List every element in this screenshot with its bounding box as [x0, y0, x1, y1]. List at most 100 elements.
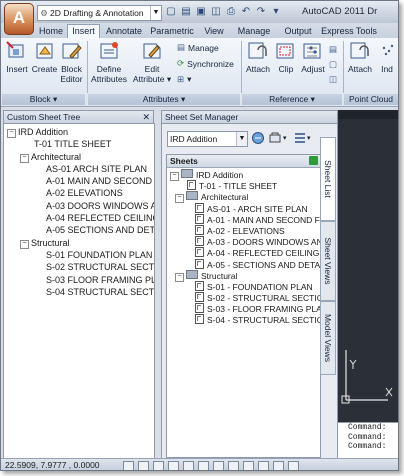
tree-node[interactable]: S-03 FLOOR FRAMING PLAN A: [4, 274, 154, 286]
grid-display-icon[interactable]: [138, 461, 149, 470]
tree-node[interactable]: AS-01 ARCH SITE PLAN: [4, 163, 154, 175]
clip-button[interactable]: Clip: [274, 40, 298, 74]
new-icon[interactable]: ▢: [165, 5, 177, 18]
undo-icon[interactable]: ↶: [240, 5, 252, 18]
tab-parametric[interactable]: Parametric: [148, 25, 196, 38]
save-as-icon[interactable]: ◫: [210, 5, 222, 18]
lineweight-icon[interactable]: [243, 461, 254, 470]
workspace-dropdown[interactable]: ⚙ 2D Drafting & Annotation ▼: [37, 5, 162, 21]
object-snap-tracking-icon[interactable]: [198, 461, 209, 470]
quick-properties-icon[interactable]: [258, 461, 269, 470]
attributes-panel-title[interactable]: Attributes ▾: [88, 94, 240, 105]
polar-tracking-icon[interactable]: [168, 461, 179, 470]
custom-tree-list: − IRD Addition T-01 TITLE SHEET − Architec…: [4, 126, 154, 298]
tree-node-architectural[interactable]: − Architectural: [4, 151, 154, 163]
tab-home[interactable]: Home: [37, 25, 65, 38]
refresh-icon[interactable]: [309, 156, 318, 165]
reference-panel-title[interactable]: Reference ▾: [242, 94, 342, 105]
tree-node[interactable]: A-02 ELEVATIONS: [4, 187, 154, 199]
underlay-layers-icon[interactable]: ▤: [329, 44, 337, 55]
snap-icon[interactable]: ◫: [329, 74, 337, 85]
ortho-mode-icon[interactable]: [153, 461, 164, 470]
redo-icon[interactable]: ↷: [255, 5, 267, 18]
frames-icon[interactable]: ▢: [329, 59, 337, 70]
close-icon[interactable]: ✕: [142, 111, 150, 123]
dynamic-ucs-icon[interactable]: [213, 461, 224, 470]
tree-node[interactable]: S-02 STRUCTURAL SECTIONS A: [4, 261, 154, 273]
qat-menu-icon[interactable]: ▾: [270, 5, 282, 18]
collapse-icon[interactable]: −: [170, 172, 179, 181]
sheet-node[interactable]: S-04 - STRUCTURAL SECTION: [167, 314, 320, 325]
tab-annotate[interactable]: Annotate: [104, 25, 144, 38]
sheet-node-root[interactable]: − IRD Addition: [167, 169, 320, 181]
point-cloud-panel-title[interactable]: Point Cloud: [344, 94, 398, 105]
collapse-icon[interactable]: −: [175, 272, 184, 282]
tab-sheet-list[interactable]: Sheet List: [320, 137, 336, 221]
tab-insert[interactable]: Insert: [67, 24, 100, 39]
sheet-node[interactable]: T-01 - TITLE SHEET: [167, 180, 320, 191]
snap-mode-icon[interactable]: [123, 461, 134, 470]
sheet-node-structural[interactable]: − Structural: [167, 269, 320, 282]
sheet-node[interactable]: A-02 - ELEVATIONS: [167, 224, 320, 236]
tree-node[interactable]: A-04 REFLECTED CEILING PLAN: [4, 212, 154, 224]
tree-node[interactable]: A-01 MAIN AND SECOND FLOO: [4, 175, 154, 187]
attach-reference-button[interactable]: Attach: [243, 40, 273, 74]
tree-node-root[interactable]: − IRD Addition: [4, 126, 154, 138]
sheet-node[interactable]: A-05 - SECTIONS AND DETAI: [167, 258, 320, 270]
point-cloud-index-button[interactable]: Ind: [377, 40, 397, 74]
publish-icon[interactable]: [268, 131, 282, 145]
sheet-set-details-icon[interactable]: [251, 131, 265, 145]
collapse-icon[interactable]: −: [20, 239, 29, 249]
block-editor-button[interactable]: Block Editor: [59, 40, 84, 84]
chevron-down-icon[interactable]: ▾: [283, 134, 287, 142]
sheet-set-dropdown[interactable]: IRD Addition ▼: [167, 131, 248, 147]
define-attributes-button[interactable]: Define Attributes: [89, 40, 129, 84]
manage-attributes-button[interactable]: ▤ Manage: [177, 42, 219, 53]
tree-node-structural[interactable]: − Structural: [4, 237, 154, 249]
edit-attribute-button[interactable]: Edit Attribute ▾: [132, 40, 172, 84]
tree-node[interactable]: T-01 TITLE SHEET: [4, 138, 154, 150]
attribute-display-button[interactable]: ⊞ ▾: [177, 74, 191, 85]
save-icon[interactable]: ▣: [195, 5, 207, 18]
application-menu-button[interactable]: A: [4, 3, 34, 35]
sheet-node-architectural[interactable]: − Architectural: [167, 191, 320, 204]
adjust-button[interactable]: Adjust: [299, 40, 327, 74]
coordinate-readout[interactable]: 22.5909, 7.9777 , 0.0000: [5, 459, 100, 470]
sheet-node[interactable]: AS-01 - ARCH SITE PLAN: [167, 202, 320, 214]
block-panel-title[interactable]: Block ▾: [2, 94, 85, 105]
collapse-icon[interactable]: −: [175, 194, 184, 204]
tab-output[interactable]: Output: [281, 25, 315, 38]
layout-icon[interactable]: [288, 461, 299, 470]
chevron-down-icon[interactable]: ▾: [307, 134, 311, 142]
plot-icon[interactable]: ⎙: [225, 5, 237, 18]
sheet-node[interactable]: A-01 - MAIN AND SECOND FL: [167, 213, 320, 225]
synchronize-button[interactable]: ⟳ Synchronize: [177, 58, 234, 69]
insert-button[interactable]: Insert: [4, 40, 30, 74]
collapse-icon[interactable]: −: [20, 153, 29, 163]
open-icon[interactable]: ▤: [180, 5, 192, 18]
manage-attributes-icon: ▤: [177, 42, 186, 52]
tree-node[interactable]: A-05 SECTIONS AND DETAILS: [4, 224, 154, 236]
tree-node[interactable]: S-04 STRUCTURAL SECTIONS: [4, 286, 154, 298]
tab-sheet-views[interactable]: Sheet Views: [320, 221, 336, 301]
create-block-button[interactable]: Create: [31, 40, 58, 74]
tab-manage[interactable]: Manage: [235, 25, 273, 38]
sheet-node[interactable]: S-01 - FOUNDATION PLAN: [167, 280, 320, 292]
model-space-icon[interactable]: [273, 461, 284, 470]
sheet-node[interactable]: S-03 - FLOOR FRAMING PLA: [167, 303, 320, 314]
point-cloud-attach-button[interactable]: Attach: [345, 40, 375, 74]
tab-model-views[interactable]: Model Views: [320, 301, 336, 375]
object-snap-icon[interactable]: [183, 461, 194, 470]
view-options-icon[interactable]: [293, 131, 307, 145]
tab-view[interactable]: View: [202, 25, 226, 38]
sheet-node[interactable]: S-02 - STRUCTURAL SECTION: [167, 292, 320, 303]
tab-express-tools[interactable]: Express Tools: [321, 25, 377, 38]
tree-node[interactable]: A-03 DOORS WINDOWS AND F: [4, 200, 154, 212]
sheet-node[interactable]: A-04 - REFLECTED CEILING P: [167, 247, 320, 258]
command-line[interactable]: Command: Command: Command:: [338, 422, 398, 460]
tree-node[interactable]: S-01 FOUNDATION PLAN: [4, 249, 154, 261]
sheet-node[interactable]: A-03 - DOORS WINDOWS AN: [167, 236, 320, 247]
dynamic-input-icon[interactable]: [228, 461, 239, 470]
collapse-icon[interactable]: −: [7, 129, 16, 138]
drawing-area[interactable]: [338, 110, 398, 422]
